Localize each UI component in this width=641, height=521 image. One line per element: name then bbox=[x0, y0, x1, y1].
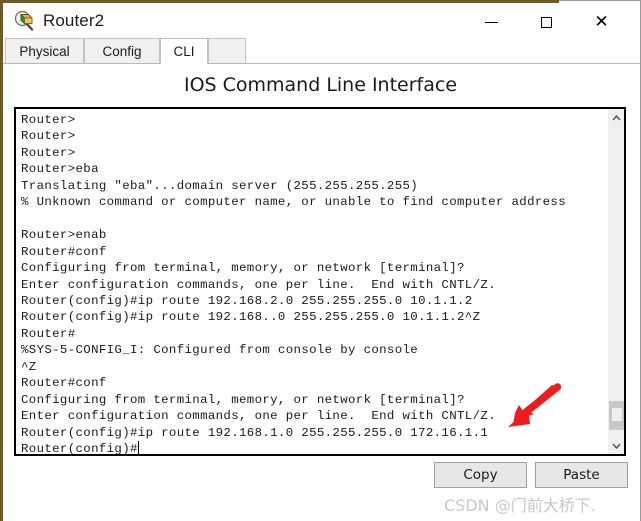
minimize-button[interactable] bbox=[469, 6, 514, 39]
copy-button[interactable]: Copy bbox=[434, 462, 527, 488]
tab-bar-filler bbox=[208, 38, 246, 64]
copy-button-label: Copy bbox=[463, 467, 498, 483]
tab-bar: Physical Config CLI bbox=[3, 38, 640, 64]
tab-config-label: Config bbox=[102, 43, 142, 59]
minimize-icon bbox=[485, 22, 498, 23]
maximize-icon bbox=[541, 17, 552, 28]
page-title: IOS Command Line Interface bbox=[183, 74, 458, 96]
titlebar[interactable]: Router2 ✕ bbox=[3, 3, 640, 39]
tab-cli-label: CLI bbox=[173, 43, 195, 59]
router-cli-window: Router2 ✕ Physical Config CLI IOS Comman… bbox=[0, 0, 641, 521]
maximize-button[interactable] bbox=[524, 6, 569, 39]
paste-button-label: Paste bbox=[563, 467, 600, 483]
window-frame-top-gray bbox=[559, 0, 641, 1]
paste-button[interactable]: Paste bbox=[535, 462, 628, 488]
tab-physical-label: Physical bbox=[19, 43, 70, 59]
tab-physical[interactable]: Physical bbox=[5, 38, 84, 64]
cli-terminal-text: Router> Router> Router> Router>eba Trans… bbox=[21, 113, 566, 456]
terminal-scrollbar[interactable] bbox=[607, 109, 624, 454]
scrollbar-thumb-highlight bbox=[612, 408, 622, 421]
text-cursor bbox=[137, 441, 139, 454]
close-button[interactable]: ✕ bbox=[579, 6, 624, 39]
watermark: CSDN @门前大桥下. bbox=[444, 496, 596, 515]
window-title: Router2 bbox=[43, 11, 105, 30]
close-icon: ✕ bbox=[594, 12, 609, 32]
scrollbar-thumb[interactable] bbox=[609, 401, 624, 430]
cli-terminal[interactable]: Router> Router> Router> Router>eba Trans… bbox=[14, 107, 626, 456]
scroll-up-arrow-icon[interactable] bbox=[608, 109, 624, 126]
tab-config[interactable]: Config bbox=[84, 38, 160, 64]
cli-terminal-output: Router> Router> Router> Router>eba Trans… bbox=[21, 112, 606, 456]
tab-cli[interactable]: CLI bbox=[160, 38, 208, 64]
router-magnifier-icon bbox=[14, 10, 36, 32]
scroll-down-arrow-icon[interactable] bbox=[608, 437, 624, 454]
